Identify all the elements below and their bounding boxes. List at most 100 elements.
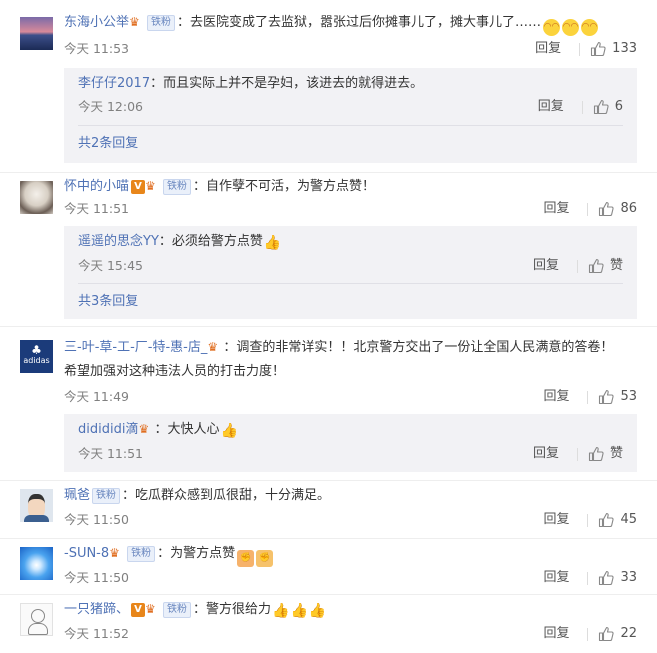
comment-item: ♣ adidas 三-叶-草-工-厂-特-惠-店_♛ ：调查的非常详实！！北京警方…: [0, 327, 657, 481]
like-count: 33: [620, 570, 637, 585]
comment-actions: 回复 45: [543, 511, 637, 529]
thumbs-up-emoji-icon: 👍: [220, 423, 238, 439]
crown-icon: ♛: [138, 422, 150, 436]
reply-actions: 回复 6: [538, 98, 623, 116]
like-icon[interactable]: [598, 626, 614, 642]
comment-text: ：吃瓜群众感到瓜很甜，十分满足。: [122, 488, 331, 503]
emoji-icon: ◠◠: [581, 19, 599, 36]
fan-badge[interactable]: 铁粉: [127, 546, 156, 562]
thumbs-up-emoji-icon: 👍: [290, 603, 308, 619]
like-icon[interactable]: [593, 99, 609, 115]
vip-badge[interactable]: V: [131, 180, 146, 194]
like-icon[interactable]: [590, 41, 606, 57]
comment-actions: 回复 133: [535, 40, 637, 58]
reply-username[interactable]: 遥遥的思念YY: [78, 234, 159, 249]
comment-item: 一只猪蹄、 V ♛ 铁粉 ：警方很给力👍👍👍 今天 11:52 回复 22: [0, 595, 657, 653]
username[interactable]: 东海小公举: [64, 15, 129, 30]
crown-icon: ♛: [129, 15, 140, 29]
crown-icon: ♛: [145, 602, 156, 616]
sunset-lake-avatar[interactable]: [20, 17, 53, 50]
reply-time: 今天 15:45: [78, 258, 143, 273]
reply-text: ：必须给警方点赞: [158, 234, 263, 249]
fan-badge[interactable]: 铁粉: [92, 488, 121, 504]
comment-time: 今天 11:49: [64, 389, 129, 404]
reply-username[interactable]: didididi滴: [78, 422, 138, 437]
cartoon-man-avatar[interactable]: [20, 489, 53, 522]
comment-item: -SUN-8♛ 铁粉 ：为警方点赞 ✊ ✊ 今天 11:50 回复 33: [0, 539, 657, 595]
comment-item: 怀中的小喵 V ♛ 铁粉 ：自作孽不可活，为警方点赞！ 今天 11:51 回复 86 遥…: [0, 173, 657, 327]
crown-icon: ♛: [145, 179, 156, 193]
reply-box: 李仔仔2017：而且实际上并不是孕妇，该进去的就得进去。 今天 12:06 回复…: [64, 68, 637, 163]
reply-text: ：大快人心: [154, 422, 220, 437]
like-icon[interactable]: [598, 512, 614, 528]
reply-time: 今天 12:06: [78, 99, 143, 114]
reply-button[interactable]: 回复: [533, 257, 559, 275]
comment-time: 今天 11:50: [64, 570, 129, 585]
username[interactable]: 一只猪蹄、: [64, 602, 129, 617]
like-count: 45: [620, 512, 637, 527]
crown-icon: ♛: [207, 340, 219, 354]
fan-badge[interactable]: 铁粉: [147, 15, 176, 31]
comment-text: ：调查的非常详实！！北京警方交出了一份让全国人民满意的答卷！: [223, 340, 614, 355]
like-icon[interactable]: [588, 258, 604, 274]
more-replies-link[interactable]: 共3条回复: [78, 293, 138, 311]
like-icon[interactable]: [598, 201, 614, 217]
fan-badge[interactable]: 铁粉: [163, 179, 192, 195]
reply-button[interactable]: 回复: [543, 625, 569, 643]
vip-badge[interactable]: V: [131, 603, 146, 617]
reply-button[interactable]: 回复: [543, 569, 569, 587]
like-icon[interactable]: [588, 446, 604, 462]
avatar-body: [24, 515, 49, 522]
reply-divider: [78, 125, 623, 126]
action-divider: [579, 42, 581, 56]
reply-button[interactable]: 回复: [543, 388, 569, 406]
like-icon[interactable]: [598, 389, 614, 405]
avatar-logo-text: adidas: [23, 356, 50, 365]
reply-box: 遥遥的思念YY：必须给警方点赞👍 今天 15:45 回复 赞 共3条回复: [64, 226, 637, 319]
username[interactable]: 珮爸: [64, 488, 90, 503]
like-label: 赞: [609, 258, 623, 273]
comment-actions: 回复 53: [543, 388, 637, 406]
reply-button[interactable]: 回复: [533, 445, 559, 463]
adidas-logo-avatar[interactable]: ♣ adidas: [20, 340, 53, 373]
username[interactable]: -SUN-8: [64, 546, 109, 561]
action-divider: [587, 513, 589, 527]
reply-button[interactable]: 回复: [543, 200, 569, 218]
avatar-body: [28, 623, 48, 635]
like-count: 6: [614, 99, 623, 114]
more-replies-link[interactable]: 共2条回复: [78, 135, 138, 153]
reply-button[interactable]: 回复: [538, 98, 564, 116]
reply-username[interactable]: 李仔仔2017: [78, 76, 150, 91]
comment-time: 今天 11:51: [64, 201, 129, 216]
reply-box: didididi滴♛ ：大快人心👍 今天 11:51 回复 赞: [64, 414, 637, 472]
strong-emoji-icon: ✊: [256, 550, 274, 567]
trefoil-icon: ♣: [31, 343, 42, 357]
reply-text: ：而且实际上并不是孕妇，该进去的就得进去。: [150, 76, 424, 91]
action-divider: [587, 202, 589, 216]
comment-text: ：去医院变成了去监狱，嚣张过后你摊事儿了，摊大事儿了……: [177, 15, 542, 30]
like-count: 133: [612, 41, 637, 56]
avatar-head: [31, 609, 45, 623]
like-icon[interactable]: [598, 570, 614, 586]
action-divider: [581, 100, 583, 114]
thumbs-up-emoji-icon: 👍: [263, 235, 282, 251]
cat-avatar[interactable]: [20, 181, 53, 214]
username[interactable]: 怀中的小喵: [64, 179, 129, 194]
crown-icon: ♛: [109, 546, 120, 560]
comment-time: 今天 11:52: [64, 626, 129, 641]
comment-time: 今天 11:53: [64, 41, 129, 56]
comment-item: 东海小公举♛ 铁粉 ：去医院变成了去监狱，嚣张过后你摊事儿了，摊大事儿了…… ◠◠ ◠◠…: [0, 0, 657, 173]
comment-actions: 回复 33: [543, 569, 637, 587]
reply-button[interactable]: 回复: [535, 40, 561, 58]
like-label: 赞: [609, 446, 623, 461]
sketch-avatar[interactable]: [20, 603, 53, 636]
fan-badge[interactable]: 铁粉: [163, 602, 192, 618]
username[interactable]: 三-叶-草-工-厂-特-惠-店_: [64, 340, 207, 355]
reply-divider: [78, 283, 623, 284]
like-count: 53: [620, 389, 637, 404]
comment-text: ：自作孽不可活，为警方点赞！: [193, 179, 376, 194]
reply-button[interactable]: 回复: [543, 511, 569, 529]
blue-sun-avatar[interactable]: [20, 547, 53, 580]
action-divider: [587, 571, 589, 585]
comment-time: 今天 11:50: [64, 512, 129, 527]
